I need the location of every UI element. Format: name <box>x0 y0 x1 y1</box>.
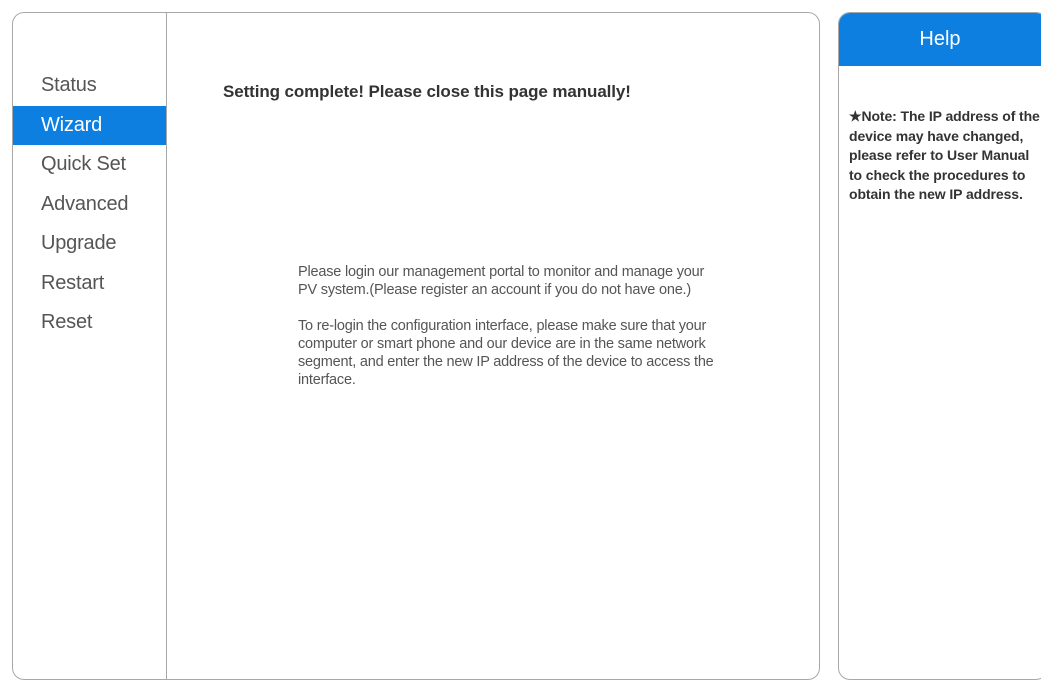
sidebar-item-quick-set[interactable]: Quick Set <box>13 145 166 185</box>
sidebar-item-wizard[interactable]: Wizard <box>13 105 166 145</box>
sidebar-nav: Status Wizard Quick Set Advanced Upgrade… <box>13 66 166 343</box>
info-block: Please login our management portal to mo… <box>298 263 718 407</box>
sidebar-item-advanced[interactable]: Advanced <box>13 185 166 225</box>
sidebar-item-upgrade[interactable]: Upgrade <box>13 224 166 264</box>
sidebar-item-restart[interactable]: Restart <box>13 264 166 304</box>
help-title: Help <box>839 13 1041 66</box>
main-panel: Status Wizard Quick Set Advanced Upgrade… <box>12 12 820 680</box>
relogin-info-text: To re-login the configuration interface,… <box>298 318 714 388</box>
content-area: Setting complete! Please close this page… <box>167 13 819 679</box>
sidebar: Status Wizard Quick Set Advanced Upgrade… <box>13 13 167 679</box>
help-note: ★Note: The IP address of the device may … <box>849 108 1040 202</box>
help-panel: Help ★Note: The IP address of the device… <box>838 12 1041 680</box>
sidebar-item-reset[interactable]: Reset <box>13 303 166 343</box>
sidebar-item-status[interactable]: Status <box>13 66 166 106</box>
setting-complete-message: Setting complete! Please close this page… <box>223 82 631 101</box>
portal-info-text: Please login our management portal to mo… <box>298 264 705 298</box>
